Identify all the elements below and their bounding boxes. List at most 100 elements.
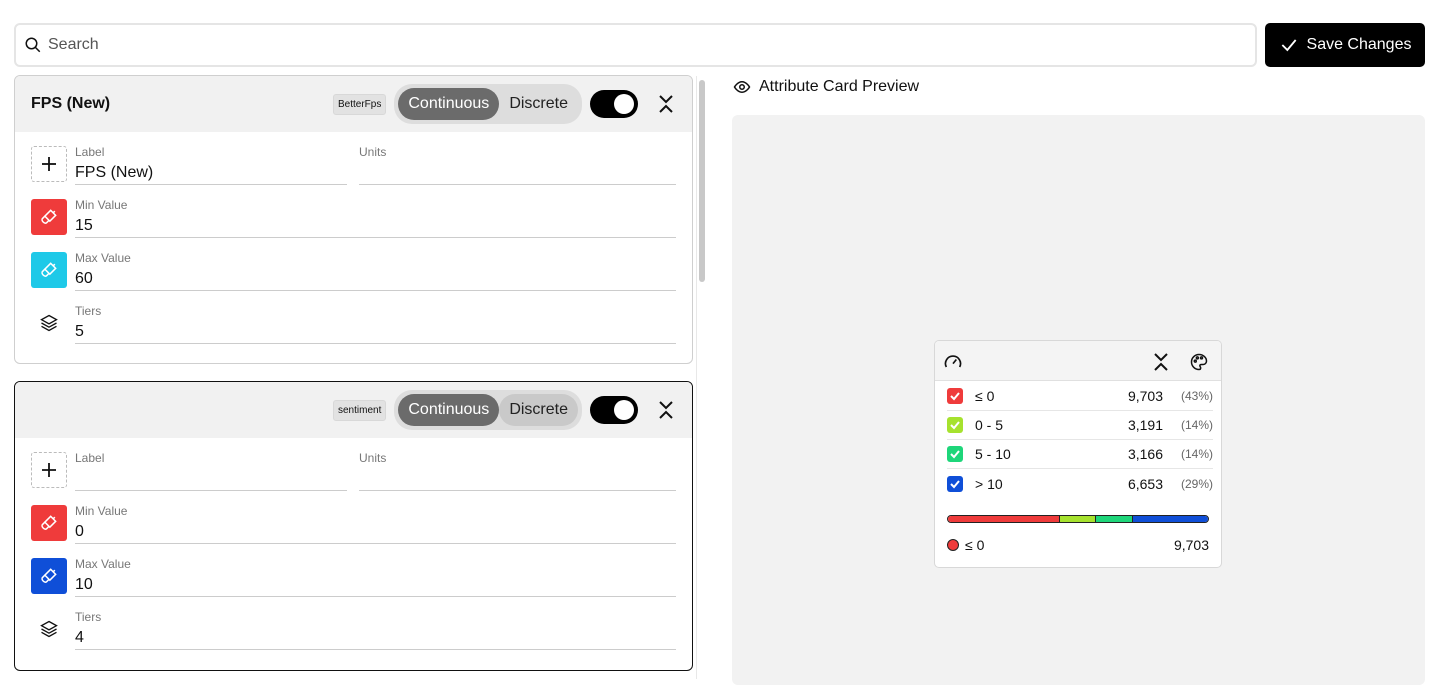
tier-name: 5 - 10 [975, 446, 1011, 462]
selected-tier-name: ≤ 0 [965, 537, 985, 553]
tier-count: 3,191 [1127, 417, 1163, 433]
enabled-toggle[interactable] [590, 396, 638, 424]
tier-list: ≤ 0 9,703 (43%) 0 - 5 3,191 (14%) 5 - 10 3,166 (… [935, 382, 1221, 498]
check-icon [950, 450, 960, 459]
preview-title: Attribute Card Preview [759, 78, 920, 95]
search-input[interactable] [48, 36, 1255, 54]
tier-row[interactable]: ≤ 0 9,703 (43%) [947, 382, 1213, 411]
tier-checkbox[interactable] [947, 446, 963, 462]
save-changes-button[interactable]: Save Changes [1265, 23, 1425, 67]
mode-segmented-control: Continuous Discrete [394, 390, 582, 430]
collapse-icon [659, 401, 673, 419]
min-value: 0 [75, 523, 84, 540]
min-value: 15 [75, 217, 93, 234]
scrollbar-thumb[interactable] [699, 80, 705, 282]
plus-icon [42, 463, 56, 477]
tier-row[interactable]: 5 - 10 3,166 (14%) [947, 440, 1213, 469]
attribute-card-header: sentiment Continuous Discrete [15, 382, 692, 438]
collapse-icon [659, 95, 673, 113]
tier-checkbox[interactable] [947, 417, 963, 433]
check-icon [950, 421, 960, 430]
units-field[interactable]: Units [359, 450, 676, 491]
max-value-label: Max Value [75, 251, 131, 265]
tier-percent: (43%) [1180, 389, 1213, 403]
mode-discrete-option[interactable]: Discrete [499, 88, 578, 120]
search-bar[interactable] [14, 23, 1257, 67]
min-value-field[interactable]: Min Value 15 [75, 197, 676, 238]
mode-continuous-option[interactable]: Continuous [398, 88, 500, 120]
min-color-button[interactable] [31, 505, 67, 541]
check-icon [950, 392, 960, 401]
layers-icon [40, 314, 58, 332]
eye-icon [733, 80, 751, 94]
tier-checkbox[interactable] [947, 475, 963, 492]
tiers-field[interactable]: Tiers 5 [75, 303, 676, 344]
selected-tier-count: 9,703 [1173, 537, 1209, 553]
label-field-label: Label [75, 451, 105, 465]
tiers-value: 5 [75, 323, 84, 340]
tier-percent: (29%) [1180, 476, 1213, 491]
min-color-button[interactable] [31, 199, 67, 235]
tiers-icon-box [31, 611, 67, 647]
units-field[interactable]: Units [359, 144, 676, 185]
label-field[interactable]: Label FPS (New) [75, 144, 347, 185]
preview-heading: Attribute Card Preview [733, 78, 919, 96]
units-field-label: Units [359, 145, 387, 159]
distribution-bar [947, 515, 1209, 523]
max-value: 10 [75, 576, 93, 593]
collapse-button[interactable] [656, 398, 676, 422]
min-value-field[interactable]: Min Value 0 [75, 503, 676, 544]
tier-row[interactable]: > 10 6,653 (29%) [947, 469, 1213, 498]
mode-discrete-option[interactable]: Discrete [499, 394, 578, 426]
max-value-label: Max Value [75, 557, 131, 571]
paintbrush-icon [41, 262, 57, 277]
selected-tier-dot [947, 539, 959, 551]
gauge-icon [944, 355, 962, 368]
selected-tier-summary: ≤ 0 9,703 [947, 537, 1209, 553]
distribution-segment [1059, 516, 1097, 522]
min-value-label: Min Value [75, 198, 128, 212]
attribute-card-title: FPS (New) [31, 95, 111, 112]
tiers-field[interactable]: Tiers 4 [75, 609, 676, 650]
distribution-segment [1132, 516, 1208, 522]
tiers-icon-box [31, 305, 67, 341]
distribution-segment [948, 516, 1060, 522]
max-value-field[interactable]: Max Value 60 [75, 250, 676, 291]
label-field-label: Label [75, 145, 105, 159]
tier-row[interactable]: 0 - 5 3,191 (14%) [947, 411, 1213, 440]
paintbrush-icon [41, 568, 57, 583]
tiers-value: 4 [75, 629, 84, 646]
max-value-field[interactable]: Max Value 10 [75, 556, 676, 597]
check-icon [1281, 39, 1296, 52]
tier-name: > 10 [975, 475, 1003, 492]
tier-count: 6,653 [1127, 475, 1163, 492]
label-field-value: FPS (New) [75, 164, 154, 181]
label-field[interactable]: Label [75, 450, 347, 491]
tier-percent: (14%) [1180, 447, 1213, 461]
tiers-label: Tiers [75, 610, 102, 624]
paintbrush-icon [41, 515, 57, 530]
attribute-preview-header [935, 341, 1221, 381]
collapse-icon[interactable] [1153, 352, 1169, 372]
paintbrush-icon [41, 209, 57, 224]
save-changes-label: Save Changes [1306, 36, 1412, 53]
enabled-toggle[interactable] [590, 90, 638, 118]
tier-checkbox[interactable] [947, 388, 963, 404]
collapse-button[interactable] [656, 92, 676, 116]
attribute-key-tag: sentiment [333, 399, 387, 421]
palette-icon[interactable] [1189, 352, 1209, 372]
max-color-button[interactable] [31, 252, 67, 288]
add-icon-button[interactable] [31, 146, 67, 182]
mode-continuous-option[interactable]: Continuous [398, 394, 500, 426]
max-value: 60 [75, 270, 93, 287]
layers-icon [40, 620, 58, 638]
card-list-scrollbar[interactable] [696, 76, 708, 679]
check-icon [950, 479, 960, 488]
attribute-card-header: FPS (New) BetterFps Continuous Discrete [15, 76, 692, 132]
mode-segmented-control: Continuous Discrete [394, 84, 582, 124]
distribution-segment [1096, 516, 1133, 522]
add-icon-button[interactable] [31, 452, 67, 488]
search-icon [25, 37, 41, 53]
max-color-button[interactable] [31, 558, 67, 594]
tier-count: 3,166 [1127, 446, 1163, 462]
